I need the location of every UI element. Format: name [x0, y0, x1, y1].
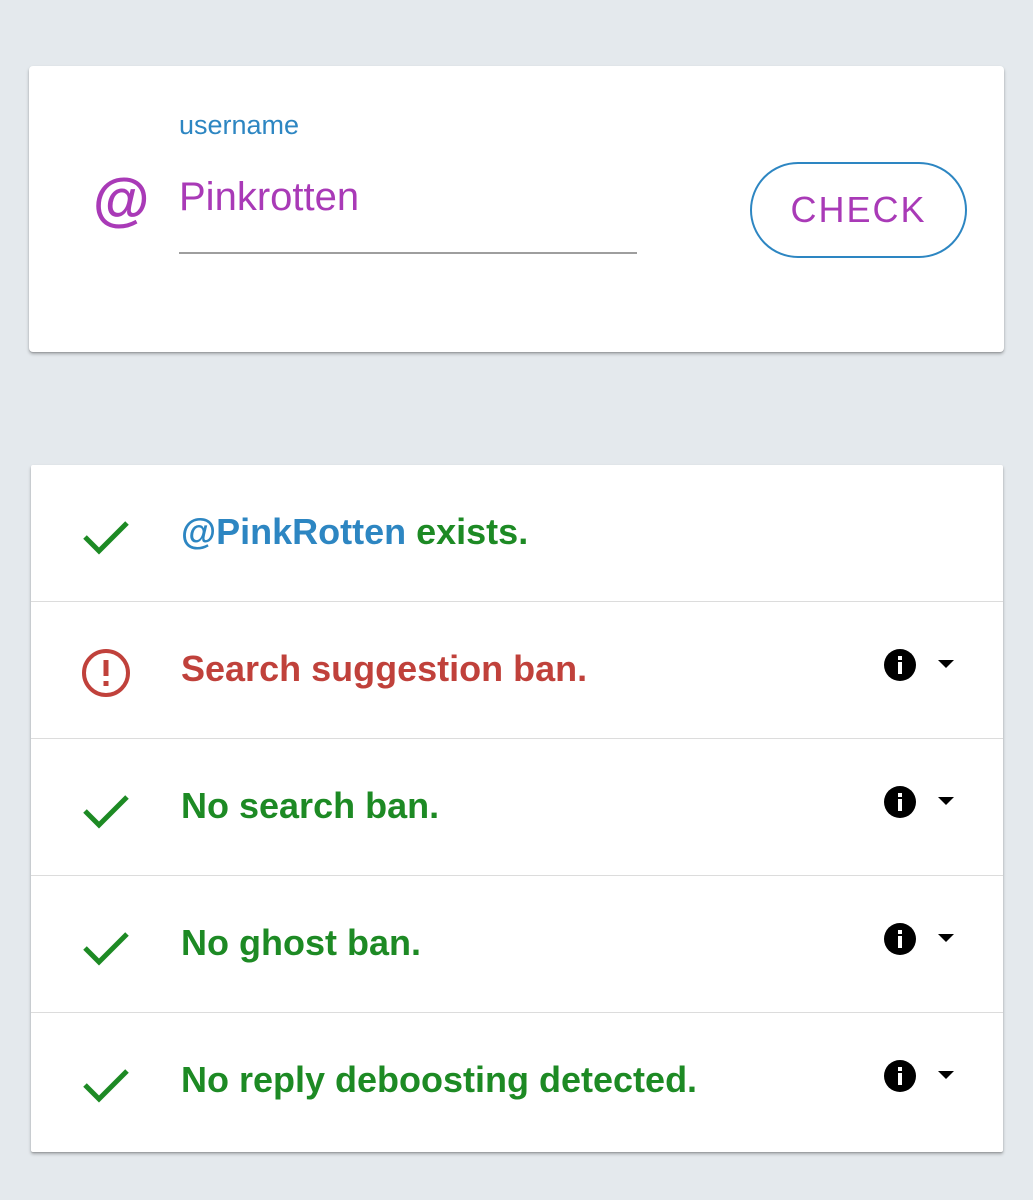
chevron-down-icon[interactable] — [936, 658, 956, 670]
checkmark-icon — [83, 521, 129, 555]
info-icon[interactable] — [883, 922, 917, 956]
checkmark-icon — [83, 1069, 129, 1103]
result-row-search-ban[interactable]: No search ban. — [31, 739, 1003, 876]
username-label: username — [179, 110, 300, 140]
result-row-exists: @PinkRotten exists. — [31, 465, 1003, 602]
chevron-down-icon[interactable] — [936, 1069, 956, 1081]
result-message: No search ban. — [181, 785, 440, 826]
chevron-down-icon[interactable] — [936, 795, 956, 807]
result-message: exists. — [406, 511, 529, 552]
at-icon: @ — [92, 168, 149, 233]
username-handle-link[interactable]: @PinkRotten — [181, 511, 406, 552]
username-input[interactable] — [179, 166, 637, 254]
result-row-ghost-ban[interactable]: No ghost ban. — [31, 876, 1003, 1013]
checkmark-icon — [83, 795, 129, 829]
checkmark-icon — [83, 932, 129, 966]
result-row-search-suggestion-ban[interactable]: Search suggestion ban. — [31, 602, 1003, 739]
result-message: No reply deboosting detected. — [181, 1059, 698, 1100]
result-message: Search suggestion ban. — [181, 648, 588, 689]
result-message: No ghost ban. — [181, 922, 421, 963]
results-card: @PinkRotten exists. Search suggestion ba… — [31, 465, 1003, 1152]
alert-circle-icon — [82, 649, 130, 697]
result-row-reply-deboosting[interactable]: No reply deboosting detected. — [31, 1013, 1003, 1150]
info-icon[interactable] — [883, 785, 917, 819]
check-button[interactable]: CHECK — [750, 162, 967, 258]
chevron-down-icon[interactable] — [936, 932, 956, 944]
result-text: @PinkRotten exists. — [181, 510, 528, 554]
info-icon[interactable] — [883, 1059, 917, 1093]
info-icon[interactable] — [883, 648, 917, 682]
